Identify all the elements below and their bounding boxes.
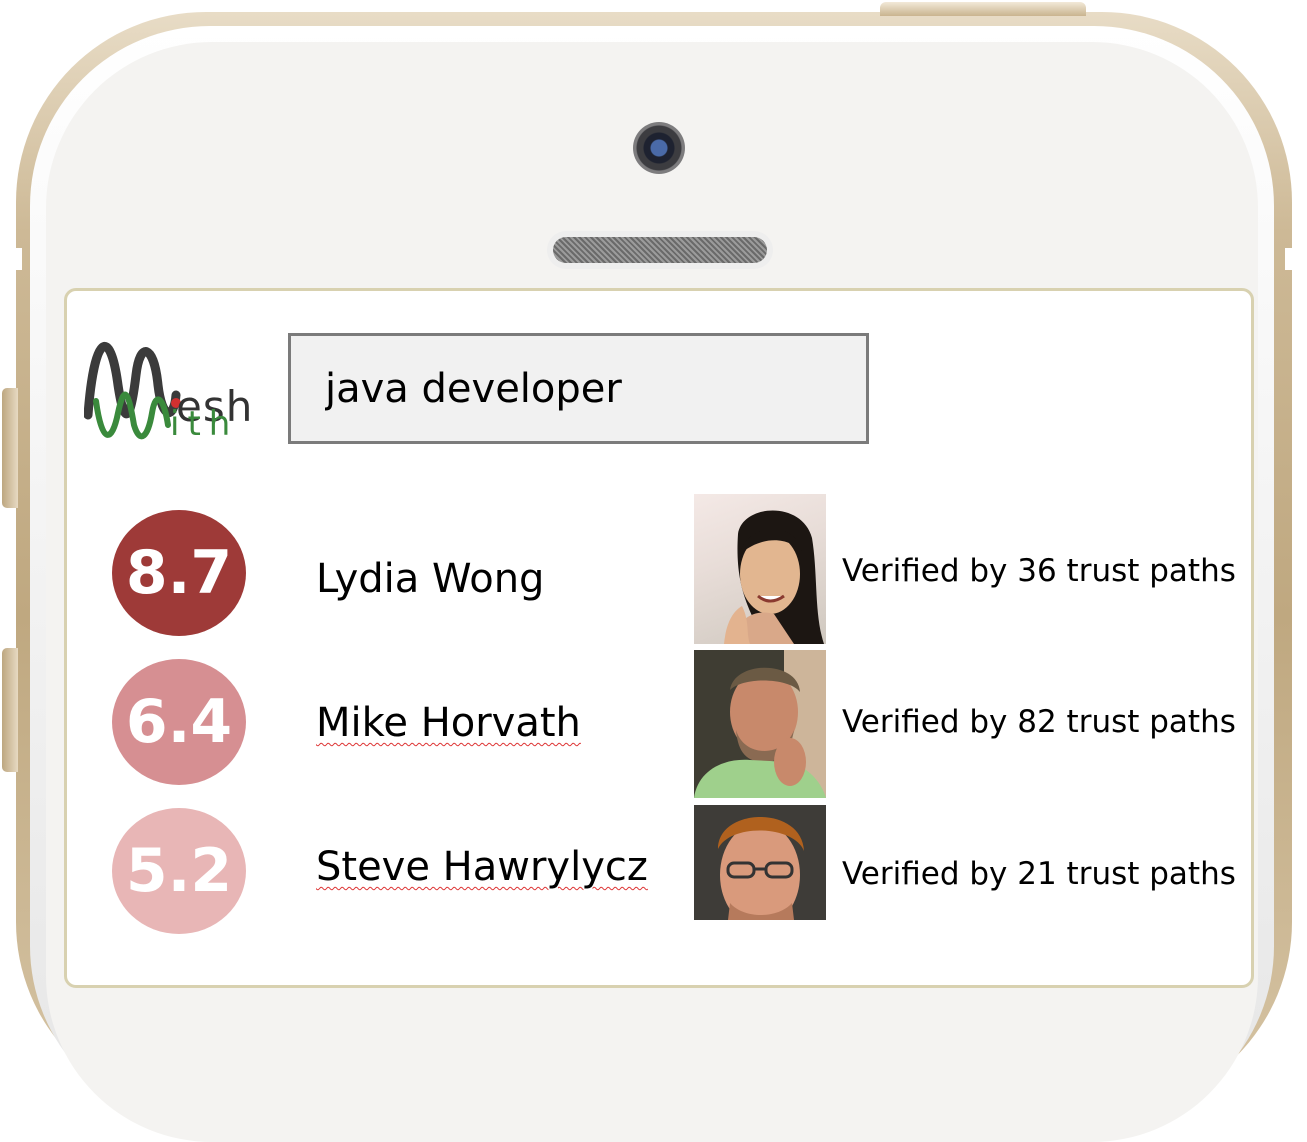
portrait-man-glasses-icon <box>694 805 826 920</box>
volume-down-button <box>2 648 18 772</box>
trust-paths-label: Verified by 36 trust paths <box>842 553 1236 589</box>
trust-score-badge: 5.2 <box>112 808 246 934</box>
logo-with-text: ith <box>170 404 239 444</box>
search-input[interactable] <box>288 333 869 444</box>
result-name[interactable]: Mike Horvath <box>316 700 581 746</box>
trust-score-badge: 8.7 <box>112 510 246 636</box>
avatar[interactable] <box>694 494 826 644</box>
volume-up-button <box>2 388 18 508</box>
trust-paths-label: Verified by 21 trust paths <box>842 856 1236 892</box>
trust-paths-label: Verified by 82 trust paths <box>842 704 1236 740</box>
result-name[interactable]: Steve Hawrylycz <box>316 844 648 890</box>
trust-score-badge: 6.4 <box>112 659 246 785</box>
antenna-band <box>0 248 22 270</box>
front-camera <box>633 122 685 174</box>
trust-score-value: 8.7 <box>125 538 233 608</box>
avatar[interactable] <box>694 805 826 920</box>
portrait-man-beard-icon <box>694 650 826 798</box>
result-name[interactable]: Lydia Wong <box>316 556 544 602</box>
earpiece-speaker <box>553 237 767 263</box>
avatar[interactable] <box>694 650 826 798</box>
power-button <box>880 2 1086 16</box>
trust-score-value: 5.2 <box>125 836 233 906</box>
trust-score-value: 6.4 <box>125 687 233 757</box>
antenna-band <box>1285 248 1307 270</box>
portrait-woman-icon <box>724 510 824 644</box>
